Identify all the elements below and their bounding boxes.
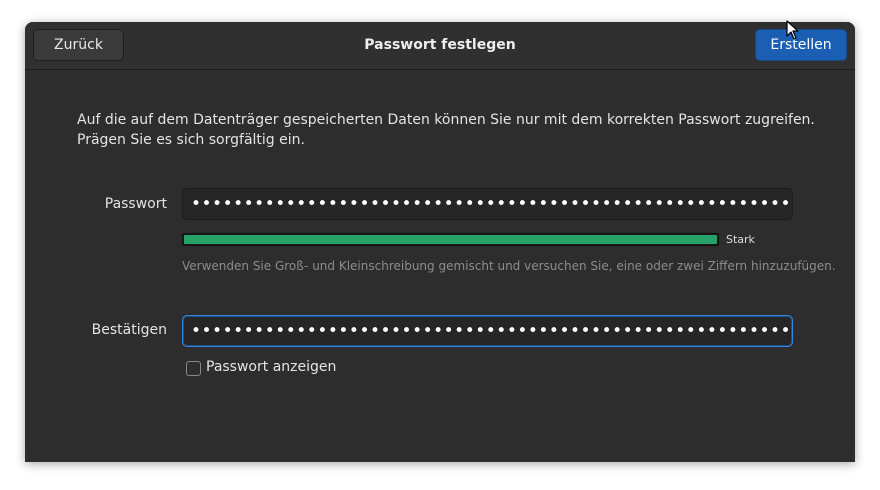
show-password-checkbox[interactable] xyxy=(186,361,201,376)
back-button[interactable]: Zurück xyxy=(33,29,124,61)
dialog-title: Passwort festlegen xyxy=(364,37,516,53)
password-value: ••••••••••••••••••••••••••••••••••••••••… xyxy=(191,194,793,214)
confirm-password-field[interactable]: ••••••••••••••••••••••••••••••••••••••••… xyxy=(182,315,793,347)
password-strength-bar xyxy=(182,233,719,246)
create-button[interactable]: Erstellen xyxy=(755,29,847,61)
set-password-dialog: Passwort festlegen Zurück Erstellen Auf … xyxy=(25,22,855,462)
password-strength-fill xyxy=(184,235,717,244)
header-bar: Passwort festlegen Zurück Erstellen xyxy=(25,22,855,70)
confirm-value: ••••••••••••••••••••••••••••••••••••••••… xyxy=(191,321,792,341)
password-label: Passwort xyxy=(104,196,167,212)
password-strength-label: Stark xyxy=(726,233,755,246)
confirm-label: Bestätigen xyxy=(91,322,167,338)
password-field[interactable]: ••••••••••••••••••••••••••••••••••••••••… xyxy=(182,188,793,220)
mouse-pointer-icon xyxy=(786,20,799,40)
description-text: Auf die auf dem Datenträger gespeicherte… xyxy=(77,112,815,148)
password-hint: Verwenden Sie Groß- und Kleinschreibung … xyxy=(182,259,836,273)
show-password-label[interactable]: Passwort anzeigen xyxy=(206,359,336,375)
